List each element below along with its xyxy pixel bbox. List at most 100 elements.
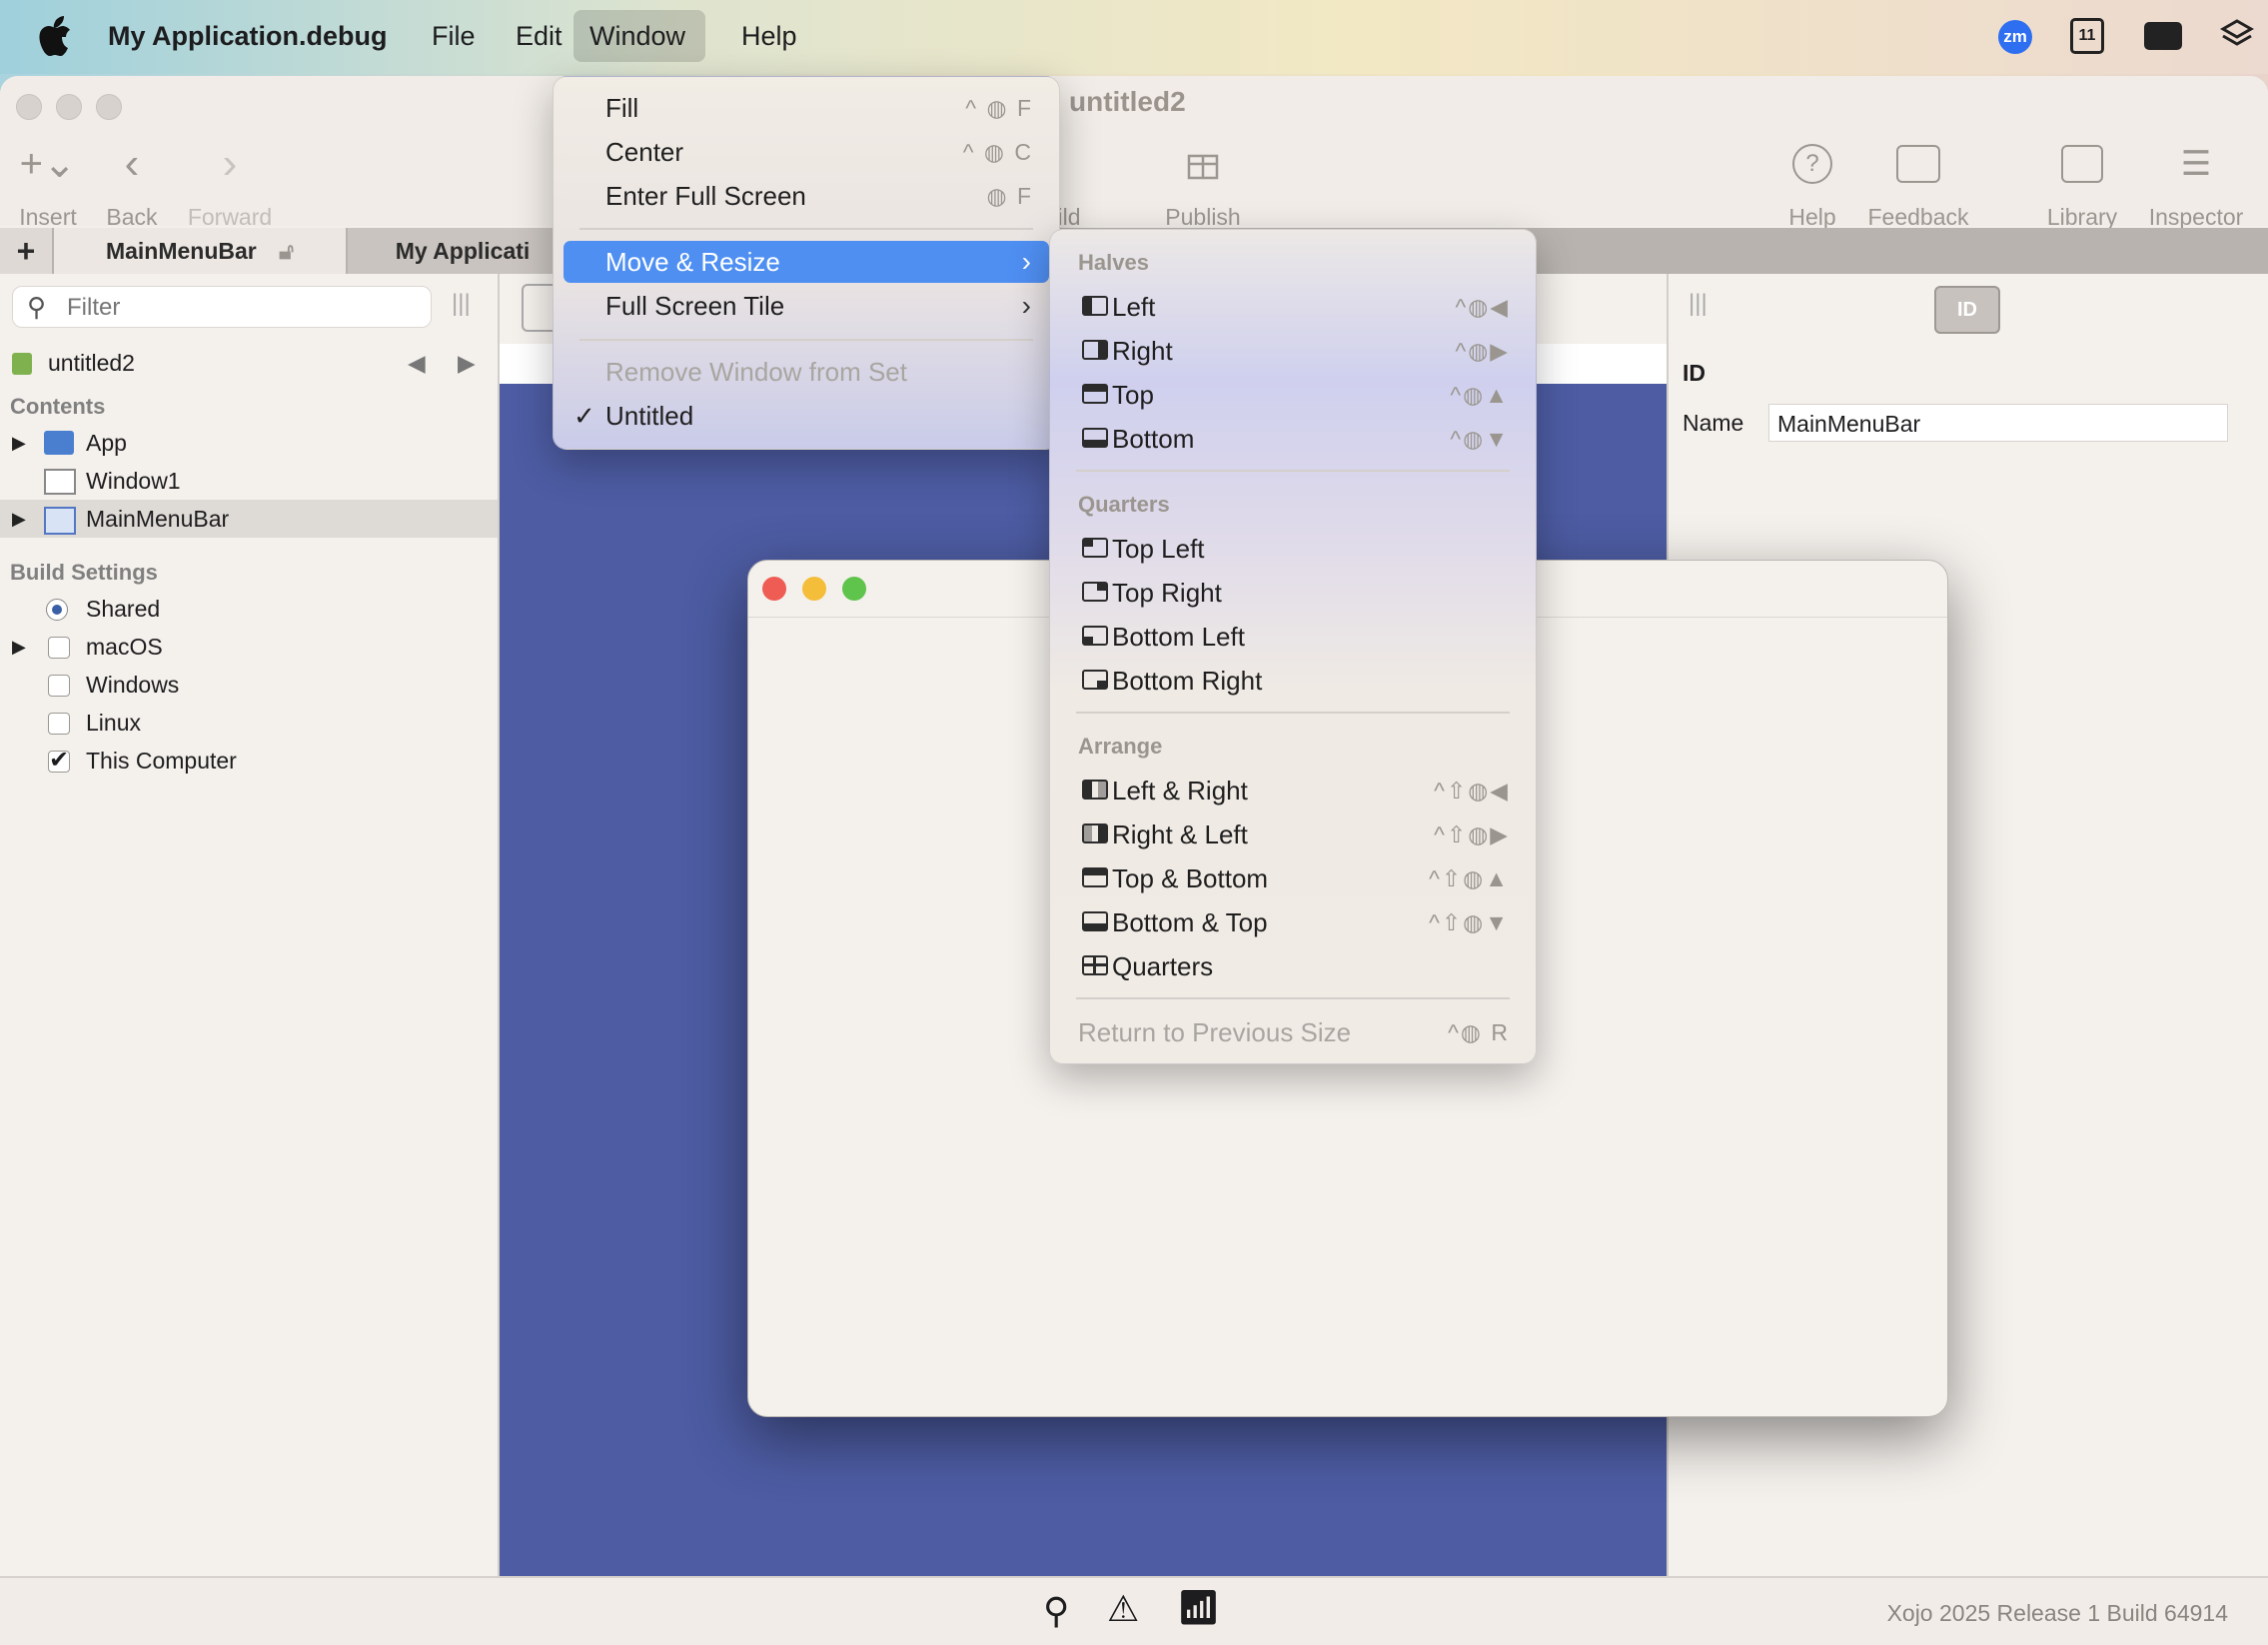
tile-top-right-icon xyxy=(1082,582,1108,602)
menu-item-bottom[interactable]: Bottom ^◍▼ xyxy=(1060,418,1526,460)
search-icon[interactable]: ⚲ xyxy=(1043,1590,1069,1632)
list-item-app[interactable]: ▶ App xyxy=(0,424,498,462)
build-settings-header: Build Settings xyxy=(10,560,158,585)
tile-left-icon xyxy=(1082,296,1108,316)
macos-checkbox[interactable] xyxy=(48,637,70,659)
menu-item-left-right[interactable]: Left & Right ^⇧◍◀ xyxy=(1060,770,1526,812)
project-row[interactable]: untitled2 ◀ ▶ xyxy=(0,344,498,382)
menu-separator xyxy=(1076,997,1510,999)
menu-item-quarters[interactable]: Quarters xyxy=(1060,945,1526,987)
build-item-this-computer[interactable]: ✔ This Computer xyxy=(0,742,498,780)
tile-top-bottom-icon xyxy=(1082,867,1108,887)
help-button[interactable]: ? Help xyxy=(1752,134,1872,231)
feedback-button[interactable]: Feedback xyxy=(1858,134,1978,231)
build-item-linux[interactable]: Linux xyxy=(0,704,498,742)
menu-item-bottom-left[interactable]: Bottom Left xyxy=(1060,616,1526,658)
menu-item-bottom-top[interactable]: Bottom & Top ^⇧◍▼ xyxy=(1060,901,1526,943)
chevron-right-icon: › xyxy=(1021,246,1033,277)
chevron-right-icon: › xyxy=(222,139,238,188)
menu-item-top[interactable]: Top ^◍▲ xyxy=(1060,374,1526,416)
publish-button[interactable]: Publish xyxy=(1143,134,1263,231)
id-section-header: ID xyxy=(1683,360,1705,386)
menu-item-top-left[interactable]: Top Left xyxy=(1060,528,1526,570)
build-item-windows[interactable]: Windows xyxy=(0,666,498,704)
tile-top-icon xyxy=(1082,384,1108,404)
close-button[interactable] xyxy=(762,577,786,601)
list-icon: ☰ xyxy=(2180,145,2212,183)
menu-window[interactable]: Window xyxy=(573,10,705,62)
warning-icon[interactable]: ⚠ xyxy=(1107,1588,1139,1630)
app-icon xyxy=(44,431,74,455)
tab-mainmenubar[interactable]: MainMenuBar 🔓︎ xyxy=(54,228,346,274)
menu-item-full-screen-tile[interactable]: Full Screen Tile › xyxy=(564,285,1049,327)
forward-button[interactable]: › Forward xyxy=(170,134,290,231)
version-label: Xojo 2025 Release 1 Build 64914 xyxy=(1886,1600,2228,1626)
inspector-button[interactable]: ☰ Inspector xyxy=(2136,134,2256,231)
toolbar: untitled2 +⌄ Insert ‹ Back › Forward ild… xyxy=(0,76,2268,230)
window-icon xyxy=(44,469,76,495)
calendar-status-icon[interactable]: 11 xyxy=(2070,18,2104,54)
build-item-shared[interactable]: Shared xyxy=(0,590,498,628)
panel-splitter-icon[interactable]: ||| xyxy=(452,290,471,318)
feed-icon[interactable]: 📶︎ xyxy=(1177,1588,1220,1628)
menu-separator xyxy=(579,339,1033,341)
panel-splitter-icon[interactable]: ||| xyxy=(1689,290,1707,318)
menu-item-move-resize[interactable]: Move & Resize › xyxy=(564,241,1049,283)
windows-checkbox[interactable] xyxy=(48,675,70,697)
feedback-icon xyxy=(1858,134,1978,194)
layers-status-icon[interactable] xyxy=(2219,18,2255,54)
menu-item-fill[interactable]: Fill ^ ◍ F xyxy=(564,87,1049,129)
nav-back-icon[interactable]: ◀ xyxy=(408,344,426,382)
contact-card-status-icon[interactable] xyxy=(2144,22,2182,50)
menu-item-right[interactable]: Right ^◍▶ xyxy=(1060,330,1526,372)
menu-separator xyxy=(1076,470,1510,472)
minimize-button[interactable] xyxy=(802,577,826,601)
disclosure-triangle-icon[interactable]: ▶ xyxy=(12,628,26,666)
list-item-mainmenubar[interactable]: ▶ MainMenuBar xyxy=(0,500,498,538)
move-resize-submenu: Halves Left ^◍◀ Right ^◍▶ Top ^◍▲ Bottom… xyxy=(1049,229,1537,1064)
menu-separator xyxy=(1076,712,1510,714)
menu-item-bottom-right[interactable]: Bottom Right xyxy=(1060,660,1526,702)
nav-forward-icon[interactable]: ▶ xyxy=(458,344,476,382)
menu-file[interactable]: File xyxy=(416,10,492,62)
window-close-button[interactable] xyxy=(16,94,42,120)
zoom-button[interactable] xyxy=(842,577,866,601)
window-menu-dropdown: Fill ^ ◍ F Center ^ ◍ C Enter Full Scree… xyxy=(553,76,1060,450)
disclosure-triangle-icon[interactable]: ▶ xyxy=(12,424,26,462)
tile-top-left-icon xyxy=(1082,538,1108,558)
menu-item-left[interactable]: Left ^◍◀ xyxy=(1060,286,1526,328)
macos-menu-bar: My Application.debug File Edit Window He… xyxy=(0,0,2268,74)
menu-item-untitled[interactable]: ✓ Untitled xyxy=(564,395,1049,437)
build-item-macos[interactable]: ▶ macOS xyxy=(0,628,498,666)
filter-field[interactable]: ⚲ xyxy=(12,286,432,328)
menu-app-name[interactable]: My Application.debug xyxy=(92,10,404,62)
menu-item-right-left[interactable]: Right & Left ^⇧◍▶ xyxy=(1060,814,1526,855)
menu-item-top-bottom[interactable]: Top & Bottom ^⇧◍▲ xyxy=(1060,857,1526,899)
linux-checkbox[interactable] xyxy=(48,713,70,735)
tile-left-right-icon xyxy=(1082,780,1108,800)
lock-icon: 🔓︎ xyxy=(279,238,295,264)
zoom-status-icon[interactable]: zm xyxy=(1998,20,2032,54)
contents-header: Contents xyxy=(10,394,106,419)
apple-icon[interactable] xyxy=(38,16,72,56)
id-tab-icon[interactable]: ID xyxy=(1934,286,2000,334)
filter-input[interactable] xyxy=(65,291,419,325)
name-field[interactable]: MainMenuBar xyxy=(1768,404,2228,442)
gift-icon xyxy=(1143,134,1263,194)
menu-item-center[interactable]: Center ^ ◍ C xyxy=(564,131,1049,173)
library-button[interactable]: Library xyxy=(2022,134,2142,231)
tab-my-application[interactable]: My Applicati xyxy=(348,228,577,274)
this-computer-checkbox[interactable]: ✔ xyxy=(48,749,70,773)
radio-selected-icon[interactable] xyxy=(46,599,68,621)
menu-edit[interactable]: Edit xyxy=(500,10,578,62)
list-item-window1[interactable]: Window1 xyxy=(0,462,498,500)
window-zoom-button[interactable] xyxy=(96,94,122,120)
menu-help[interactable]: Help xyxy=(725,10,813,62)
window-minimize-button[interactable] xyxy=(56,94,82,120)
status-bar: ⚲ ⚠ 📶︎ Xojo 2025 Release 1 Build 64914 xyxy=(0,1576,2268,1645)
tile-quarters-icon xyxy=(1082,955,1108,975)
menu-item-top-right[interactable]: Top Right xyxy=(1060,572,1526,614)
add-tab-button[interactable]: + xyxy=(0,228,52,274)
menu-item-enter-full-screen[interactable]: Enter Full Screen ◍ F xyxy=(564,175,1049,217)
disclosure-triangle-icon[interactable]: ▶ xyxy=(12,500,26,538)
